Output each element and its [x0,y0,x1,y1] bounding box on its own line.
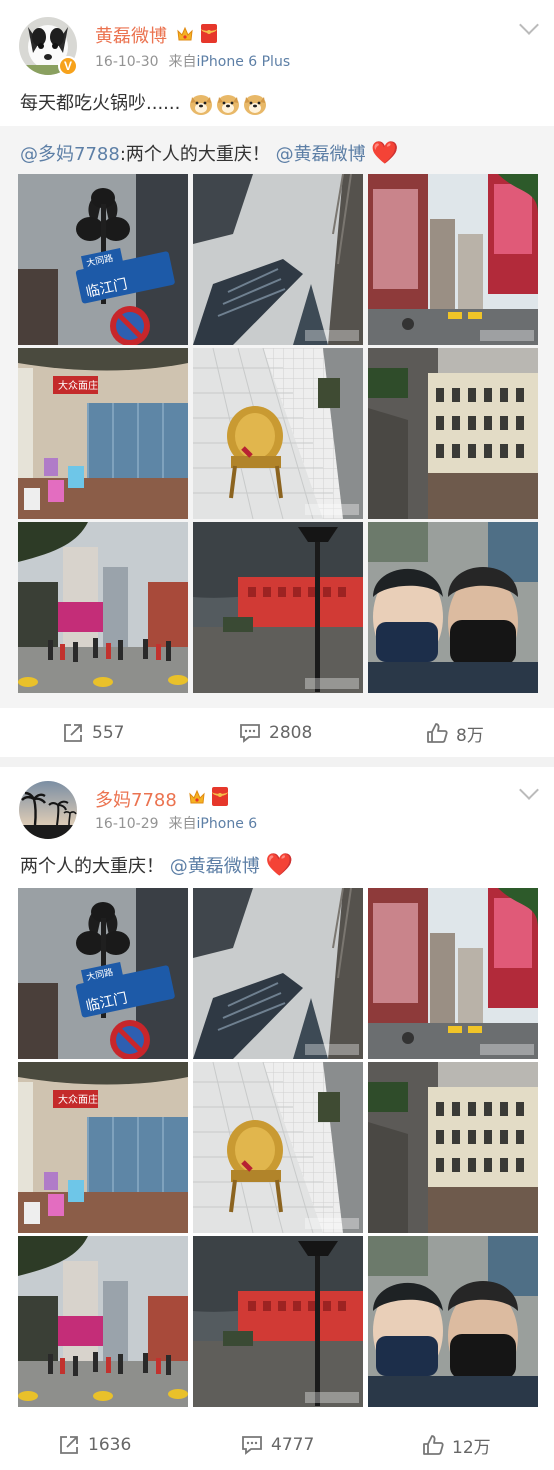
like-button[interactable]: 8万 [426,708,484,758]
doge-emoji-icon [213,93,240,115]
comment-icon [242,1436,262,1455]
source-label: 来自 [168,54,197,70]
shopping-street-photo[interactable] [368,888,538,1059]
post-text: 两个人的大重庆！ @黄磊微博 ❤️ [20,852,293,878]
red-building-lamp-photo[interactable] [193,522,363,693]
red-building-lamp-photo[interactable] [193,1236,363,1407]
repost-count: 557 [92,723,125,743]
weibo-post: V 黄磊微博 16-10-30 来自iPhone 6 Plus 每天都吃火锅吵..… [0,0,554,757]
post-text: 每天都吃火锅吵...... [20,89,267,115]
thumbs-up-icon [427,723,448,743]
street-lamp-sign-photo[interactable]: 临江门 大同路 [18,174,188,345]
repost-body: 两个人的大重庆！ [125,144,270,165]
repost-button[interactable]: 557 [62,708,124,758]
post-text-content: 两个人的大重庆！ [20,856,164,877]
like-button[interactable]: 12万 [422,1420,491,1470]
repost-button[interactable]: 1636 [58,1420,131,1470]
photo-grid: 临江门 大同路 大众面庄 [18,174,538,693]
comment-count: 2808 [269,723,313,743]
colonial-building-photo[interactable] [368,348,538,519]
skyscrapers-looking-up-photo[interactable] [193,174,363,345]
repost-icon [60,1436,78,1454]
heart-emoji: ❤️ [371,141,399,166]
doge-emoji-icon [240,93,267,115]
red-packet-icon [212,787,228,806]
post-meta: 16-10-30 来自iPhone 6 Plus [95,51,290,71]
chevron-down-icon[interactable] [519,15,539,35]
mention-link[interactable]: @黄磊微博 [170,856,260,877]
shopping-street-photo[interactable] [368,174,538,345]
colonial-building-photo[interactable] [368,1062,538,1233]
chevron-down-icon[interactable] [519,780,539,800]
rattan-chair-photo[interactable] [193,1062,363,1233]
sign-text: 大众面庄 [58,1093,98,1106]
comment-button[interactable]: 4777 [241,1420,314,1470]
doge-emoji-icon [186,93,213,115]
pedestrian-street-crowd-photo[interactable] [18,1236,188,1407]
action-bar: 1636 4777 12万 [0,1420,554,1470]
mention-link[interactable]: @黄磊微博 [276,144,366,165]
repost-count: 1636 [88,1435,132,1455]
vip-crown-icon [177,26,193,41]
comment-count: 4777 [271,1435,315,1455]
vip-crown-icon [189,789,205,804]
reposted-content[interactable]: @多妈7788:两个人的大重庆！ @黄磊微博 ❤️ 临江门 大同路 大众面庄 [0,126,554,708]
source-label: 来自 [168,816,197,832]
verified-v-icon: V [58,56,78,76]
repost-text: @多妈7788:两个人的大重庆！ @黄磊微博 ❤️ [20,140,399,166]
like-count: 8万 [456,725,484,746]
thumbs-up-icon [423,1435,444,1455]
device-name[interactable]: iPhone 6 [197,816,258,832]
skyscrapers-looking-up-photo[interactable] [193,888,363,1059]
street-food-stall-stools-photo[interactable]: 大众面庄 [18,1062,188,1233]
selfie-masks-photo[interactable] [368,522,538,693]
repost-icon [64,724,82,742]
photo-grid: 临江门 大同路 大众面庄 [18,888,538,1407]
pedestrian-street-crowd-photo[interactable] [18,522,188,693]
post-meta: 16-10-29 来自iPhone 6 [95,813,257,833]
heart-emoji: ❤️ [265,853,293,878]
user-avatar[interactable] [19,781,77,839]
action-bar: 557 2808 8万 [0,708,554,758]
comment-icon [240,724,260,743]
street-food-stall-stools-photo[interactable]: 大众面庄 [18,348,188,519]
selfie-masks-photo[interactable] [368,1236,538,1407]
like-count: 12万 [452,1437,491,1458]
user-name[interactable]: 多妈7788 [95,786,177,812]
post-text-content: 每天都吃火锅吵...... [20,93,181,114]
repost-author-link[interactable]: @多妈7788 [20,144,120,165]
rattan-chair-photo[interactable] [193,348,363,519]
post-time: 16-10-29 [95,816,159,832]
weibo-post: 多妈7788 16-10-29 来自iPhone 6 两个人的大重庆！ @黄磊微博… [0,767,554,1470]
post-time: 16-10-30 [95,54,159,70]
sign-text: 大众面庄 [58,379,98,392]
comment-button[interactable]: 2808 [239,708,312,758]
red-packet-icon [201,24,217,43]
device-name[interactable]: iPhone 6 Plus [197,54,291,70]
street-lamp-sign-photo[interactable]: 临江门 大同路 [18,888,188,1059]
user-name[interactable]: 黄磊微博 [95,22,167,48]
